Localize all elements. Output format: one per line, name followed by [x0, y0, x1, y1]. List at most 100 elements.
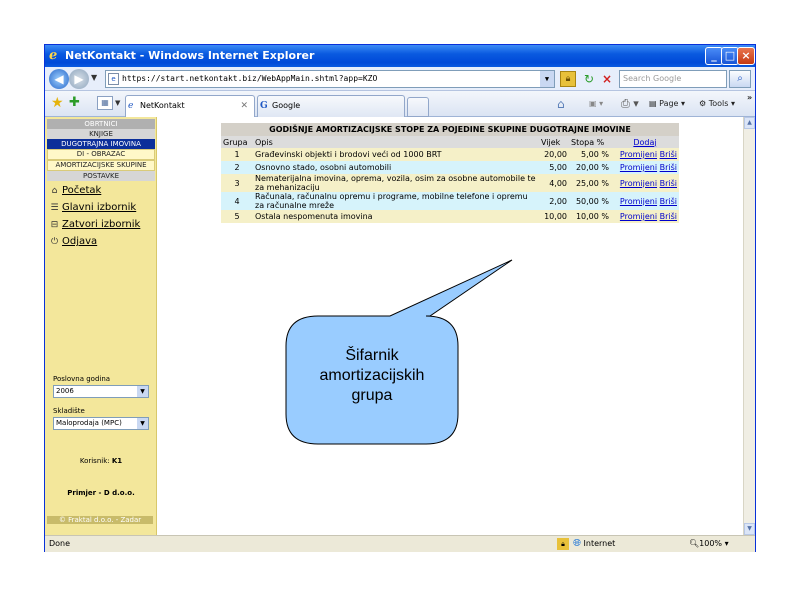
- cell-stopa: 10,00 %: [569, 210, 611, 223]
- zoom-level[interactable]: 🔍︎100% ▾: [689, 536, 729, 552]
- zone-label: Internet: [583, 539, 616, 548]
- search-input[interactable]: Search Google: [619, 70, 727, 88]
- home-icon: ⌂: [51, 186, 58, 196]
- ie-logo-icon: ℯ: [49, 48, 58, 63]
- back-button[interactable]: ◀: [49, 69, 69, 89]
- print-icon[interactable]: ⎙ ▾: [621, 97, 639, 111]
- sidebar: OBRTNICI KNJIGE DUGOTRAJNA IMOVINA DI - …: [45, 117, 157, 535]
- security-zone[interactable]: 🌐︎ Internet: [573, 536, 615, 552]
- table-row: 1 Građevinski objekti i brodovi veći od 1…: [221, 148, 679, 161]
- google-icon: G: [260, 101, 268, 111]
- feeds-icon[interactable]: ▣ ▾: [589, 97, 603, 111]
- header-dodaj: Dodaj: [611, 136, 679, 148]
- url-text: https://start.netkontakt.biz/WebAppMain.…: [122, 74, 378, 83]
- sidebar-section-postavke[interactable]: POSTAVKE: [47, 171, 155, 181]
- cell-vijek: 10,00: [539, 210, 569, 223]
- more-commands-chevron[interactable]: »: [747, 91, 752, 105]
- table-caption: GODIŠNJE AMORTIZACIJSKE STOPE ZA POJEDIN…: [221, 123, 679, 136]
- menu-icon: ☰: [50, 203, 59, 213]
- history-dropdown-icon[interactable]: ▼: [91, 73, 97, 82]
- brisi-link[interactable]: Briši: [660, 197, 677, 206]
- window-title: NetKontakt - Windows Internet Explorer: [65, 49, 315, 62]
- cell-opis: Računala, računalnu opremu i programe, m…: [253, 192, 539, 210]
- header-stopa: Stopa %: [569, 136, 611, 148]
- url-field[interactable]: e https://start.netkontakt.biz/WebAppMai…: [105, 70, 555, 88]
- lock-icon[interactable]: 🔒︎: [560, 71, 576, 87]
- promijeni-link[interactable]: Promijeni: [620, 163, 657, 172]
- header-grupa: Grupa: [221, 136, 253, 148]
- security-icon[interactable]: 🔒︎: [557, 538, 569, 550]
- page-icon: ▤: [649, 99, 660, 108]
- poslovna-godina-select[interactable]: 2006 ▼: [53, 385, 149, 398]
- tools-menu-label: Tools: [708, 99, 729, 108]
- sidebar-link-pocetak[interactable]: ⌂ Početak: [49, 184, 156, 198]
- copyright: © Fraktal d.o.o. - Zadar: [47, 516, 153, 524]
- cell-stopa: 25,00 %: [569, 174, 611, 192]
- cell-vijek: 5,00: [539, 161, 569, 174]
- korisnik-info: Korisnik: K1: [45, 457, 156, 465]
- sidebar-section-knjige[interactable]: KNJIGE: [47, 129, 155, 139]
- page-menu-label: Page: [659, 99, 679, 108]
- cell-opis: Građevinski objekti i brodovi veći od 10…: [253, 148, 539, 161]
- sidebar-section-dugotrajna-imovina[interactable]: DUGOTRAJNA IMOVINA: [47, 139, 155, 149]
- logout-icon: ⏻: [50, 237, 59, 247]
- url-dropdown-icon[interactable]: ▼: [540, 71, 554, 87]
- close-button[interactable]: ×: [737, 47, 755, 65]
- cell-opis: Osnovno stado, osobni automobili: [253, 161, 539, 174]
- stop-icon[interactable]: ×: [599, 71, 615, 87]
- add-favorites-icon[interactable]: ✚: [69, 96, 80, 110]
- search-button[interactable]: ⌕: [729, 70, 751, 88]
- brisi-link[interactable]: Briši: [660, 212, 677, 221]
- refresh-icon[interactable]: ↻: [581, 71, 597, 87]
- promijeni-link[interactable]: Promijeni: [620, 212, 657, 221]
- page-icon: e: [108, 73, 119, 85]
- sidebar-section-obrtnici[interactable]: OBRTNICI: [47, 119, 155, 129]
- new-tab-button[interactable]: [407, 97, 429, 117]
- vertical-scrollbar[interactable]: ▲ ▼: [743, 117, 755, 535]
- status-bar: Done 🔒︎ 🌐︎ Internet 🔍︎100% ▾: [45, 535, 755, 552]
- callout-line-1: Šifarnik: [345, 347, 399, 364]
- brisi-link[interactable]: Briši: [660, 163, 677, 172]
- tab-bar: ★ ✚ ▦ ▼ ℯ NetKontakt ✕ G Google ⌂ ▣ ▾ ⎙ …: [45, 91, 755, 117]
- poslovna-godina-value: 2006: [56, 387, 74, 395]
- korisnik-label: Korisnik:: [79, 457, 110, 465]
- promijeni-link[interactable]: Promijeni: [620, 197, 657, 206]
- cell-actions: Promijeni Briši: [611, 192, 679, 210]
- promijeni-link[interactable]: Promijeni: [620, 179, 657, 188]
- cell-opis: Nematerijalna imovina, oprema, vozila, o…: [253, 174, 539, 192]
- tools-menu[interactable]: ⚙ Tools ▾: [699, 97, 735, 111]
- cell-grupa: 3: [221, 174, 253, 192]
- promijeni-link[interactable]: Promijeni: [620, 150, 657, 159]
- page-menu[interactable]: ▤ Page ▾: [649, 97, 685, 111]
- sidebar-item-di-obrazac[interactable]: DI - OBRAZAC: [47, 149, 155, 160]
- dodaj-link[interactable]: Dodaj: [633, 138, 656, 147]
- main-panel: GODIŠNJE AMORTIZACIJSKE STOPE ZA POJEDIN…: [157, 117, 743, 535]
- status-text: Done: [49, 539, 71, 548]
- cell-stopa: 5,00 %: [569, 148, 611, 161]
- tab-close-icon[interactable]: ✕: [240, 96, 248, 116]
- cell-actions: Promijeni Briši: [611, 174, 679, 192]
- skladiste-select[interactable]: Maloprodaja (MPC) ▼: [53, 417, 149, 430]
- tab-google[interactable]: G Google: [257, 95, 405, 117]
- callout-line-2: amortizacijskih: [319, 367, 425, 384]
- forward-button[interactable]: ▶: [69, 69, 89, 89]
- search-icon: ⌕: [737, 73, 743, 84]
- brisi-link[interactable]: Briši: [660, 150, 677, 159]
- scroll-up-icon[interactable]: ▲: [744, 117, 755, 129]
- scroll-down-icon[interactable]: ▼: [744, 523, 755, 535]
- poslovna-godina-label: Poslovna godina: [53, 375, 111, 383]
- page-content: OBRTNICI KNJIGE DUGOTRAJNA IMOVINA DI - …: [45, 117, 755, 535]
- sidebar-link-odjava[interactable]: ⏻ Odjava: [49, 235, 156, 249]
- header-opis: Opis: [253, 136, 539, 148]
- sidebar-item-amortizacijske-skupine[interactable]: AMORTIZACIJSKE SKUPINE: [47, 160, 155, 171]
- chevron-down-icon: ▼: [137, 418, 148, 429]
- tab-netkontakt[interactable]: ℯ NetKontakt ✕: [125, 95, 255, 117]
- sidebar-link-glavni-izbornik[interactable]: ☰ Glavni izbornik: [49, 201, 156, 215]
- cell-stopa: 50,00 %: [569, 192, 611, 210]
- home-icon[interactable]: ⌂: [557, 97, 565, 111]
- brisi-link[interactable]: Briši: [660, 179, 677, 188]
- tab-list-dropdown-icon[interactable]: ▼: [115, 96, 123, 110]
- favorites-star-icon[interactable]: ★: [51, 96, 64, 110]
- quick-tabs-icon[interactable]: ▦: [97, 96, 113, 110]
- sidebar-link-zatvori-izbornik[interactable]: ⊟ Zatvori izbornik: [49, 218, 156, 232]
